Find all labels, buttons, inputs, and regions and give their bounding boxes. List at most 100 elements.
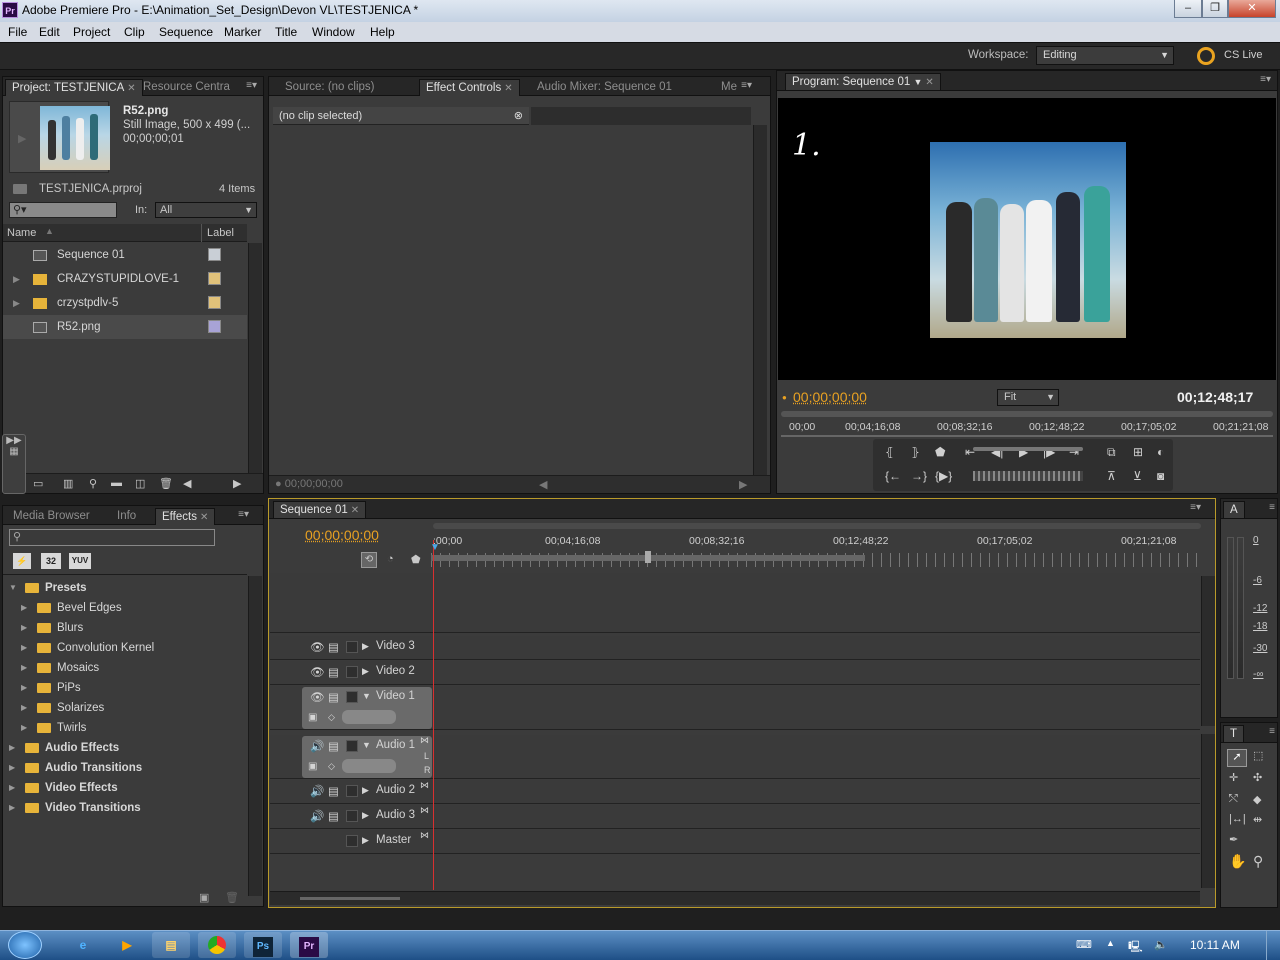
tab-program[interactable]: Program: Sequence 01 ▼ ✕ [785, 73, 941, 90]
effect-controls-scrollbar[interactable] [753, 125, 767, 475]
speaker-icon[interactable]: 🔊 [310, 739, 324, 753]
effects-tree-item[interactable]: ▶ Audio Effects [3, 738, 247, 758]
system-clock[interactable]: 10:11 AM [1190, 938, 1240, 952]
track-lock-box[interactable] [346, 641, 358, 653]
marker-icon[interactable]: ⬟ [935, 445, 945, 459]
accelerated-effects-button[interactable]: ⚡ [13, 553, 31, 569]
label-color-swatch[interactable] [208, 320, 221, 333]
expand-icon[interactable]: ▶ [21, 618, 27, 638]
label-color-swatch[interactable] [208, 272, 221, 285]
track-header[interactable]: 👁 ▤ ▶ Video 2 [270, 661, 432, 685]
internet-explorer-icon[interactable]: e [64, 932, 102, 958]
track-lock-box[interactable] [346, 666, 358, 678]
audio-tracks-scrollbar[interactable] [1201, 734, 1215, 888]
in-select[interactable]: All ▼ [155, 202, 257, 218]
sync-icon[interactable]: ⋈ [420, 830, 429, 841]
menu-file[interactable]: File [8, 25, 27, 39]
track-header[interactable]: 👁 ▤ ▶ Video 3 [270, 636, 432, 660]
keyboard-icon[interactable]: ⌨ [1076, 938, 1092, 951]
project-item[interactable]: ▶ CRAZYSTUPIDLOVE-1 [3, 267, 247, 291]
project-scrollbar[interactable] [248, 243, 262, 473]
menu-sequence[interactable]: Sequence [159, 25, 213, 39]
expand-icon[interactable]: ▼ [362, 691, 371, 701]
windows-explorer-icon[interactable]: ▤ [152, 932, 190, 958]
expand-icon[interactable]: ▶ [21, 638, 27, 658]
expand-icon[interactable]: ▶ [362, 835, 369, 846]
keyframe-icon[interactable]: ◇ [328, 761, 335, 772]
sync-icon[interactable]: ⋈ [420, 780, 429, 791]
search-input[interactable]: ⚲▾ [9, 202, 117, 218]
panel-menu-icon[interactable]: ≡▾ [246, 80, 257, 91]
program-current-timecode[interactable]: 00;00;00;00 [793, 389, 867, 405]
chrome-icon[interactable] [198, 932, 236, 958]
timeline-horizontal-scrollbar[interactable] [270, 891, 1200, 905]
pen-tool-icon[interactable]: ✒ [1229, 833, 1238, 846]
new-item-icon[interactable]: ◫ [135, 477, 145, 490]
timeline-zoom-bar[interactable] [433, 523, 1201, 529]
effects-tree-item[interactable]: ▼ Presets [3, 578, 247, 598]
panel-menu-icon[interactable]: ≡▾ [1190, 502, 1201, 513]
safe-margins-icon[interactable]: ⧉ [1107, 445, 1116, 460]
mark-in-icon[interactable]: ⦃ [885, 445, 894, 459]
tab-source[interactable]: Source: (no clips) [279, 79, 380, 96]
razor-tool-icon[interactable]: ◆ [1253, 793, 1261, 806]
track-height-slider[interactable] [300, 897, 400, 900]
sync-icon[interactable]: ⋈ [420, 735, 429, 746]
program-zoom-bar[interactable] [781, 411, 1273, 417]
panel-menu-icon[interactable]: ≡ [1269, 726, 1275, 737]
show-desktop-button[interactable] [1266, 931, 1280, 960]
tab-audio-meters[interactable]: A [1223, 501, 1245, 518]
scroll-right-icon[interactable]: ▶ [233, 477, 241, 490]
tab-info[interactable]: Info [111, 508, 142, 525]
label-color-swatch[interactable] [208, 248, 221, 261]
project-item[interactable]: Sequence 01 [3, 243, 247, 267]
speaker-icon[interactable]: 🔊 [310, 784, 324, 798]
cs-live-label[interactable]: CS Live [1224, 49, 1263, 61]
close-icon[interactable]: ✕ [200, 512, 208, 523]
photoshop-taskbar-button[interactable]: Ps [244, 932, 282, 958]
track-lock-box[interactable] [346, 785, 358, 797]
tab-tools[interactable]: T [1223, 725, 1245, 742]
new-bin-icon[interactable]: ▬ [111, 477, 122, 489]
tab-sequence[interactable]: Sequence 01 ✕ [273, 501, 367, 518]
lock-icon[interactable]: ▤ [328, 784, 339, 798]
fit-select[interactable]: Fit ▼ [997, 389, 1059, 406]
keyframe-icon[interactable]: ◇ [328, 712, 335, 723]
workspace-select[interactable]: Editing ▼ [1036, 46, 1174, 65]
panel-menu-icon[interactable]: ≡▾ [238, 509, 249, 520]
close-button[interactable]: ✕ [1228, 0, 1276, 18]
trash-icon[interactable]: 🗑 [225, 891, 239, 904]
toggle-timeline-icon[interactable]: ⊗ [514, 107, 523, 125]
playhead-line[interactable] [433, 540, 434, 890]
tab-audio-mixer[interactable]: Audio Mixer: Sequence 01 [531, 79, 678, 96]
mark-out-icon[interactable]: ⦄ [911, 445, 920, 459]
play-in-to-out-icon[interactable]: {← [885, 469, 901, 483]
eye-icon[interactable]: 👁 [310, 640, 325, 654]
menu-project[interactable]: Project [73, 25, 110, 39]
network-icon[interactable]: 🖳 [1128, 938, 1143, 957]
column-name[interactable]: Name [7, 227, 36, 239]
selection-tool-icon[interactable]: ➚ [1227, 749, 1247, 767]
lock-icon[interactable]: ▤ [328, 640, 339, 654]
premiere-taskbar-button[interactable]: Pr [290, 932, 328, 958]
track-lock-box[interactable] [346, 740, 358, 752]
expand-icon[interactable]: ▼ [9, 578, 17, 598]
minimize-button[interactable]: – [1174, 0, 1202, 18]
export-frame-icon[interactable]: ◙ [1157, 469, 1164, 483]
keyframe-nav[interactable] [342, 710, 396, 724]
show-hidden-icons[interactable]: ▲ [1106, 938, 1115, 948]
timeline-ruler[interactable]: :00;00 00;04;16;08 00;08;32;16 00;12;48;… [431, 535, 1201, 571]
expand-icon[interactable]: ▶ [362, 785, 369, 796]
track-lock-box[interactable] [346, 835, 358, 847]
lock-icon[interactable]: ▤ [328, 665, 339, 679]
tab-resource-central[interactable]: Resource Centra [137, 79, 236, 96]
maximize-button[interactable]: ❐ [1202, 0, 1228, 18]
eye-icon[interactable]: 👁 [310, 665, 325, 679]
lock-icon[interactable]: ▤ [328, 739, 339, 753]
slip-tool-icon[interactable]: |↔| [1229, 813, 1246, 825]
track-header[interactable]: 🔊 ▤ ▶ Audio 2 ⋈ [270, 780, 432, 804]
track-header[interactable]: 🔊 ▤ ▼ Audio 1 ⋈ ▣ ◇ L R [270, 735, 432, 779]
hand-tool-icon[interactable]: ✋ [1229, 853, 1246, 870]
extract-icon[interactable]: ⊻ [1133, 469, 1142, 483]
play-icon[interactable]: ▶ [18, 132, 26, 145]
